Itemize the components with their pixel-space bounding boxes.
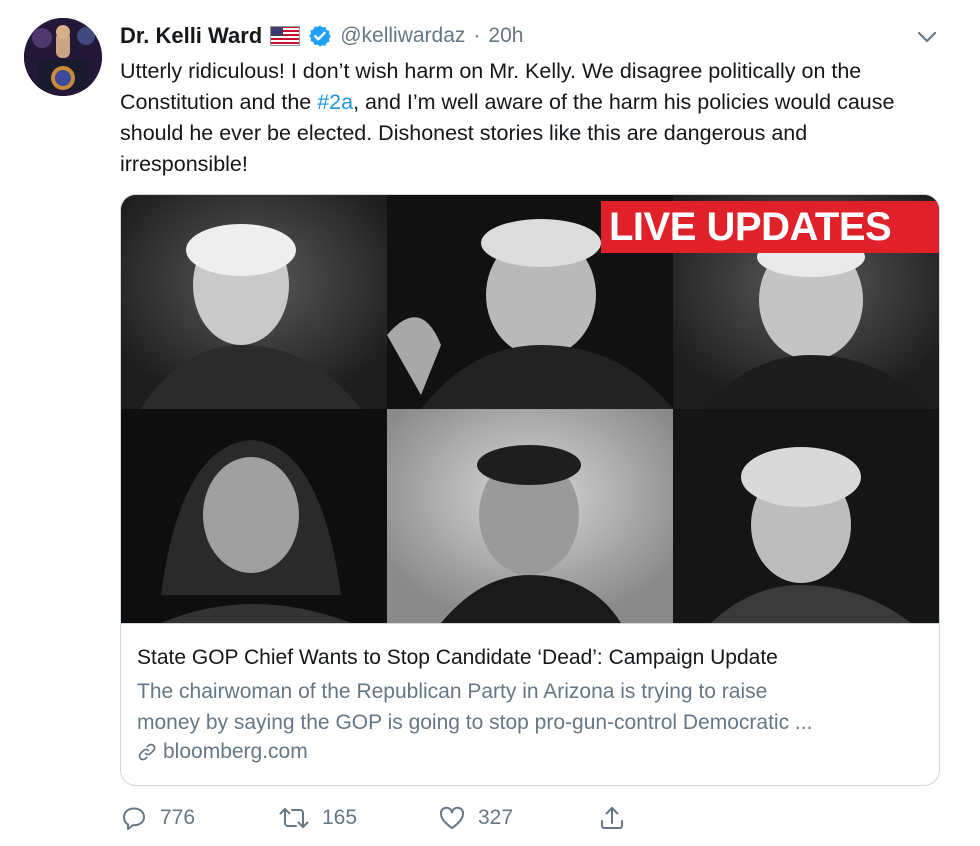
reply-button[interactable]: 776 (120, 800, 195, 836)
heart-icon (438, 804, 466, 832)
retweet-count: 165 (322, 806, 358, 829)
like-button[interactable]: 327 (438, 800, 513, 836)
reply-count: 776 (160, 806, 196, 829)
hashtag-link[interactable]: #2a (317, 90, 353, 114)
live-updates-banner: LIVE UPDATES (609, 205, 892, 249)
reply-icon (120, 804, 148, 832)
share-button[interactable] (598, 800, 626, 836)
like-count: 327 (478, 806, 514, 829)
us-flag-icon (270, 26, 301, 46)
avatar[interactable] (24, 18, 102, 96)
card-description: The chairwoman of the Republican Party i… (137, 676, 927, 738)
user-handle[interactable]: @kelliwardaz (340, 24, 465, 48)
card-body[interactable]: State GOP Chief Wants to Stop Candidate … (121, 623, 939, 785)
link-icon (137, 742, 157, 762)
card-title[interactable]: State GOP Chief Wants to Stop Candidate … (137, 646, 927, 670)
separator-dot: · (473, 24, 481, 47)
share-icon (598, 804, 626, 832)
card-domain[interactable]: bloomberg.com (137, 738, 308, 766)
chevron-down-icon[interactable] (914, 26, 940, 48)
link-preview-card[interactable]: LIVE UPDATES State GOP Chief Wants to St… (120, 194, 940, 786)
tweet-text: Utterly ridiculous! I don’t wish harm on… (120, 56, 940, 180)
tweet-actions: 776 165 327 (120, 800, 680, 836)
tweet-header: Dr. Kelli Ward @kelliwardaz · 20h (120, 22, 523, 50)
card-image[interactable]: LIVE UPDATES (121, 195, 939, 623)
card-description-line: The chairwoman of the Republican Party i… (137, 680, 768, 703)
display-name[interactable]: Dr. Kelli Ward (120, 23, 262, 49)
verified-badge-icon (308, 24, 332, 48)
tweet: Dr. Kelli Ward @kelliwardaz · 20h Utterl… (0, 0, 980, 846)
card-domain-text: bloomberg.com (163, 740, 308, 763)
retweet-button[interactable]: 165 (278, 800, 357, 836)
card-description-line: money by saying the GOP is going to stop… (137, 711, 813, 734)
tweet-timestamp[interactable]: 20h (488, 24, 523, 48)
retweet-icon (278, 804, 310, 832)
